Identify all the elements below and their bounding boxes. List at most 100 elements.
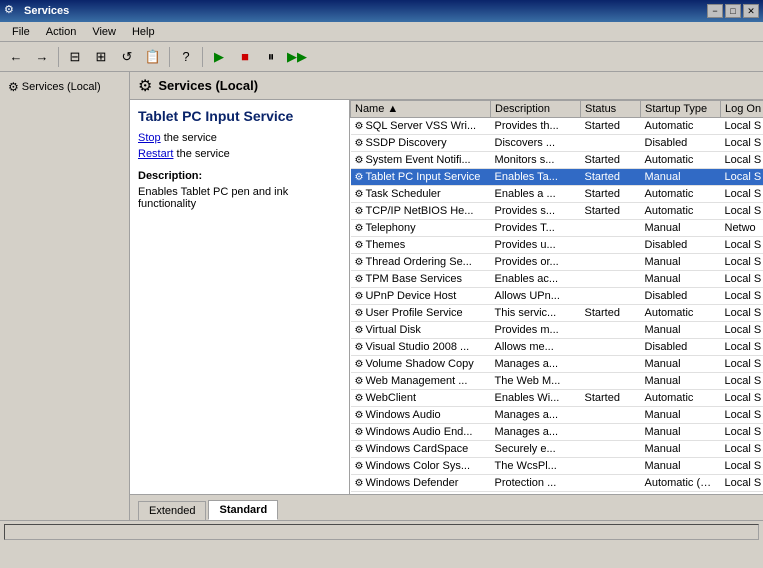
cell-logon: Local S (721, 254, 763, 271)
maximize-button[interactable]: □ (725, 4, 741, 18)
service-info-panel: Tablet PC Input Service Stop the service… (130, 100, 350, 494)
table-row[interactable]: ⚙Virtual DiskProvides m...ManualLocal S (351, 322, 763, 339)
cell-name: ⚙Windows Audio (351, 407, 491, 424)
cell-desc: Allows UPn... (491, 288, 581, 305)
resume-button[interactable]: ▶▶ (285, 45, 309, 69)
cell-status: Started (581, 118, 641, 135)
cell-name: ⚙System Event Notifi... (351, 152, 491, 169)
table-row[interactable]: ⚙TPM Base ServicesEnables ac...ManualLoc… (351, 271, 763, 288)
tab-standard[interactable]: Standard (208, 500, 278, 520)
menu-help[interactable]: Help (124, 24, 163, 40)
cell-status (581, 373, 641, 390)
table-row[interactable]: ⚙WebClientEnables Wi...StartedAutomaticL… (351, 390, 763, 407)
services-local-icon: ⚙ (8, 80, 19, 94)
table-row[interactable]: ⚙Task SchedulerEnables a ...StartedAutom… (351, 186, 763, 203)
refresh-button[interactable]: ↺ (115, 45, 139, 69)
table-row[interactable]: ⚙SSDP DiscoveryDiscovers ...DisabledLoca… (351, 135, 763, 152)
row-icon: ⚙ (355, 121, 364, 132)
table-row[interactable]: ⚙Windows AudioManages a...ManualLocal S (351, 407, 763, 424)
table-row[interactable]: ⚙User Profile ServiceThis servic...Start… (351, 305, 763, 322)
row-icon: ⚙ (355, 257, 364, 268)
cell-startup: Automatic (D... (641, 475, 721, 492)
col-header-desc[interactable]: Description (491, 101, 581, 118)
table-row[interactable]: ⚙TCP/IP NetBIOS He...Provides s...Starte… (351, 203, 763, 220)
table-row[interactable]: ⚙Web Management ...The Web M...ManualLoc… (351, 373, 763, 390)
table-row[interactable]: ⚙TelephonyProvides T...ManualNetwo (351, 220, 763, 237)
restart-service-link[interactable]: Restart (138, 148, 173, 160)
tab-extended[interactable]: Extended (138, 501, 206, 520)
col-header-status[interactable]: Status (581, 101, 641, 118)
service-restart-line: Restart the service (138, 148, 341, 160)
stop-button[interactable]: ■ (233, 45, 257, 69)
start-button[interactable]: ▶ (207, 45, 231, 69)
cell-status: Started (581, 390, 641, 407)
row-icon: ⚙ (355, 359, 364, 370)
table-row[interactable]: ⚙Windows Audio End...Manages a...ManualL… (351, 424, 763, 441)
close-button[interactable]: ✕ (743, 4, 759, 18)
cell-status (581, 288, 641, 305)
minimize-button[interactable]: − (707, 4, 723, 18)
cell-status: Started (581, 152, 641, 169)
cell-startup: Automatic (641, 186, 721, 203)
cell-desc: Monitors s... (491, 152, 581, 169)
pause-button[interactable]: ⏸ (259, 45, 283, 69)
status-panel (4, 524, 759, 540)
cell-name: ⚙UPnP Device Host (351, 288, 491, 305)
cell-logon: Local S (721, 475, 763, 492)
services-table: Name ▲ Description Status Startup Type L… (350, 100, 763, 492)
cell-status (581, 458, 641, 475)
services-tbody: ⚙SQL Server VSS Wri...Provides th...Star… (351, 118, 763, 492)
stop-service-text: the service (164, 132, 217, 144)
action-pane-button[interactable]: ⊞ (89, 45, 113, 69)
stop-service-link[interactable]: Stop (138, 132, 161, 144)
cell-startup: Manual (641, 458, 721, 475)
cell-name: ⚙Windows Color Sys... (351, 458, 491, 475)
cell-status: Started (581, 203, 641, 220)
table-row[interactable]: ⚙Volume Shadow CopyManages a...ManualLoc… (351, 356, 763, 373)
table-row[interactable]: ⚙ThemesProvides u...DisabledLocal S (351, 237, 763, 254)
table-row[interactable]: ⚙Thread Ordering Se...Provides or...Manu… (351, 254, 763, 271)
help-button[interactable]: ? (174, 45, 198, 69)
menu-action[interactable]: Action (38, 24, 85, 40)
col-header-logon[interactable]: Log On (721, 101, 763, 118)
table-row[interactable]: ⚙Windows CardSpaceSecurely e...ManualLoc… (351, 441, 763, 458)
cell-name: ⚙TPM Base Services (351, 271, 491, 288)
row-icon: ⚙ (355, 376, 364, 387)
service-stop-line: Stop the service (138, 132, 341, 144)
cell-logon: Local S (721, 288, 763, 305)
row-icon: ⚙ (355, 444, 364, 455)
table-row[interactable]: ⚙UPnP Device HostAllows UPn...DisabledLo… (351, 288, 763, 305)
cell-status (581, 424, 641, 441)
back-button[interactable]: ← (4, 45, 28, 69)
table-row[interactable]: ⚙Windows DefenderProtection ...Automatic… (351, 475, 763, 492)
cell-startup: Manual (641, 441, 721, 458)
col-header-startup[interactable]: Startup Type (641, 101, 721, 118)
cell-status (581, 339, 641, 356)
cell-name: ⚙SQL Server VSS Wri... (351, 118, 491, 135)
service-info-title: Tablet PC Input Service (138, 108, 341, 124)
forward-button[interactable]: → (30, 45, 54, 69)
table-row[interactable]: ⚙System Event Notifi...Monitors s...Star… (351, 152, 763, 169)
menu-view[interactable]: View (84, 24, 124, 40)
table-row[interactable]: ⚙Tablet PC Input ServiceEnables Ta...Sta… (351, 169, 763, 186)
menu-file[interactable]: File (4, 24, 38, 40)
cell-name: ⚙Task Scheduler (351, 186, 491, 203)
cell-desc: Enables Ta... (491, 169, 581, 186)
cell-name: ⚙SSDP Discovery (351, 135, 491, 152)
table-row[interactable]: ⚙Visual Studio 2008 ...Allows me...Disab… (351, 339, 763, 356)
row-icon: ⚙ (355, 461, 364, 472)
row-icon: ⚙ (355, 206, 364, 217)
table-row[interactable]: ⚙SQL Server VSS Wri...Provides th...Star… (351, 118, 763, 135)
row-icon: ⚙ (355, 342, 364, 353)
cell-name: ⚙Thread Ordering Se... (351, 254, 491, 271)
table-row[interactable]: ⚙Windows Color Sys...The WcsPl...ManualL… (351, 458, 763, 475)
cell-desc: Manages a... (491, 356, 581, 373)
col-header-name[interactable]: Name ▲ (351, 101, 491, 118)
export-button[interactable]: 📋 (141, 45, 165, 69)
console-tree-button[interactable]: ⊟ (63, 45, 87, 69)
row-icon: ⚙ (355, 138, 364, 149)
cell-startup: Automatic (641, 203, 721, 220)
tree-item-services-local[interactable]: ⚙ Services (Local) (6, 78, 123, 96)
cell-startup: Disabled (641, 135, 721, 152)
content-panel: ⚙ Services (Local) Tablet PC Input Servi… (130, 72, 763, 520)
